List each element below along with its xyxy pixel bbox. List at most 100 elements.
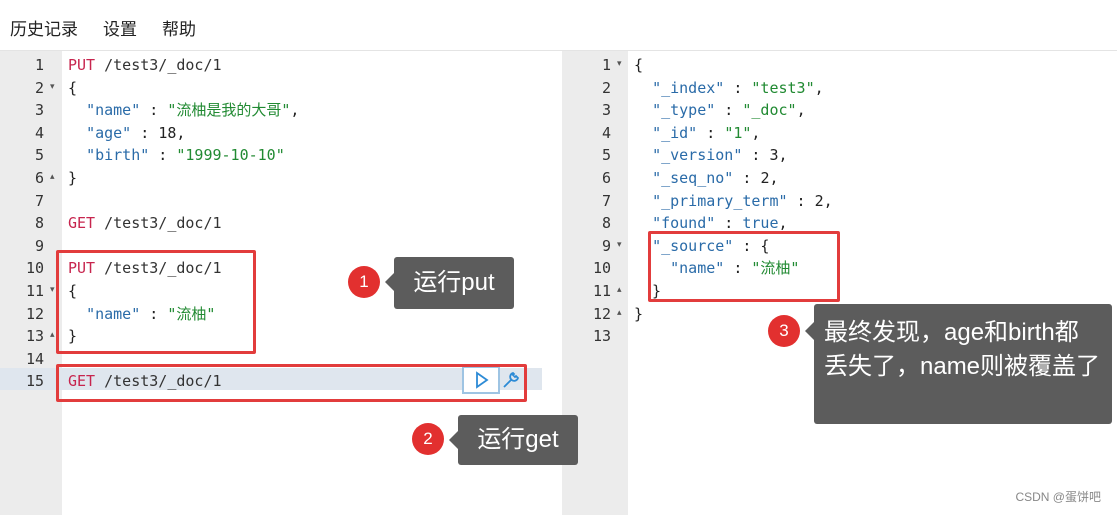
fold-close-icon[interactable]: ▴ — [50, 172, 55, 182]
fold-open-icon[interactable]: ▾ — [50, 82, 55, 92]
code-token: "_id" — [652, 123, 698, 142]
line-number: 6 — [34, 169, 44, 187]
code-line: "_index" : "test3", — [634, 77, 824, 99]
fold-open-icon[interactable]: ▾ — [617, 59, 622, 69]
line-number: 12 — [25, 304, 44, 323]
code-token: : — [724, 78, 752, 97]
code-line: PUT /test3/_doc/1 — [68, 54, 222, 76]
line-number: 15 — [25, 372, 44, 391]
code-token: } — [68, 169, 78, 187]
code-token: 3 — [769, 146, 779, 165]
menu-settings[interactable]: 设置 — [103, 15, 137, 40]
code-line: { — [68, 77, 77, 99]
code-token: : — [149, 146, 177, 165]
fold-open-icon[interactable]: ▾ — [617, 240, 622, 250]
code-token: : — [715, 214, 743, 233]
line-number: 13 — [25, 327, 44, 346]
code-line: "age" : 18, — [68, 122, 185, 144]
code-token: 2 — [814, 191, 824, 210]
code-token: { — [68, 78, 78, 97]
code-token: : — [787, 191, 815, 210]
line-number: 5 — [601, 146, 611, 165]
code-token: "name" — [86, 101, 141, 120]
code-token: , — [751, 123, 761, 142]
code-token: , — [778, 214, 788, 233]
code-token: , — [769, 169, 779, 187]
line-number: 12 — [592, 304, 611, 323]
code-line: "_primary_term" : 2, — [634, 190, 833, 212]
code-token: "_type" — [652, 101, 716, 120]
line-number: 2 — [601, 78, 611, 97]
line-number: 4 — [601, 123, 611, 142]
code-token: , — [823, 191, 833, 210]
code-token: , — [796, 101, 806, 120]
fold-close-icon[interactable]: ▴ — [617, 285, 622, 295]
code-token: "_doc" — [742, 101, 797, 120]
line-number: 11 — [25, 282, 44, 300]
code-token: , — [290, 101, 300, 120]
code-token: : — [742, 146, 770, 165]
tooltip-run-put: 运行put — [394, 257, 514, 309]
code-token: "_primary_term" — [652, 191, 788, 210]
code-token: /test3/_doc/1 — [95, 56, 222, 74]
put-request-highlight — [56, 250, 256, 354]
menu-help[interactable]: 帮助 — [162, 15, 196, 40]
code-token: /test3/_doc/1 — [95, 214, 222, 233]
watermark: CSDN @蛋饼吧 — [1015, 490, 1101, 504]
code-line: "_seq_no" : 2, — [634, 167, 779, 189]
code-token: "birth" — [86, 146, 150, 165]
line-number: 4 — [34, 123, 44, 142]
code-token: : — [733, 169, 761, 187]
line-number: 8 — [34, 214, 44, 233]
code-line: "_type" : "_doc", — [634, 99, 806, 121]
code-token: , — [778, 146, 788, 165]
fold-open-icon[interactable]: ▾ — [50, 285, 55, 295]
step-badge-2: 2 — [412, 423, 444, 455]
menu-bar: 历史记录 设置 帮助 — [0, 0, 1117, 51]
code-line: "_id" : "1", — [634, 122, 760, 144]
code-token: , — [814, 78, 824, 97]
line-number: 9 — [601, 236, 611, 255]
code-token: "1" — [724, 123, 752, 142]
line-number: 8 — [601, 214, 611, 233]
tooltip-result-explanation: 最终发现，age和birth都丢失了，name则被覆盖了 — [814, 304, 1112, 424]
line-number: 11 — [592, 282, 611, 300]
code-token: "1999-10-10" — [176, 146, 285, 165]
code-line: } — [634, 303, 643, 325]
line-number: 9 — [34, 236, 44, 255]
code-line: "name" : "流柚是我的大哥", — [68, 99, 299, 121]
line-number: 10 — [25, 259, 44, 278]
source-result-highlight — [648, 231, 840, 302]
code-line: "birth" : "1999-10-10" — [68, 144, 285, 166]
tooltip-run-get: 运行get — [458, 415, 578, 465]
fold-close-icon[interactable]: ▴ — [617, 308, 622, 318]
code-line: { — [634, 54, 643, 76]
code-token: PUT — [68, 56, 96, 74]
code-token: "_version" — [652, 146, 743, 165]
line-number: 10 — [592, 259, 611, 278]
code-token: "_index" — [652, 78, 725, 97]
code-token: : — [697, 123, 725, 142]
line-number: 13 — [592, 327, 611, 346]
code-token: "流柚是我的大哥" — [167, 101, 291, 120]
menu-history[interactable]: 历史记录 — [10, 15, 78, 40]
code-line: "_version" : 3, — [634, 144, 788, 166]
step-badge-3: 3 — [768, 315, 800, 347]
line-number: 2 — [34, 78, 44, 97]
line-number: 3 — [601, 101, 611, 120]
line-number: 7 — [601, 191, 611, 210]
get-request-highlight — [56, 364, 527, 402]
code-token: , — [176, 123, 186, 142]
fold-close-icon[interactable]: ▴ — [50, 330, 55, 340]
code-token: "_seq_no" — [652, 169, 734, 187]
code-token: : — [140, 101, 168, 120]
code-line: } — [68, 167, 77, 189]
